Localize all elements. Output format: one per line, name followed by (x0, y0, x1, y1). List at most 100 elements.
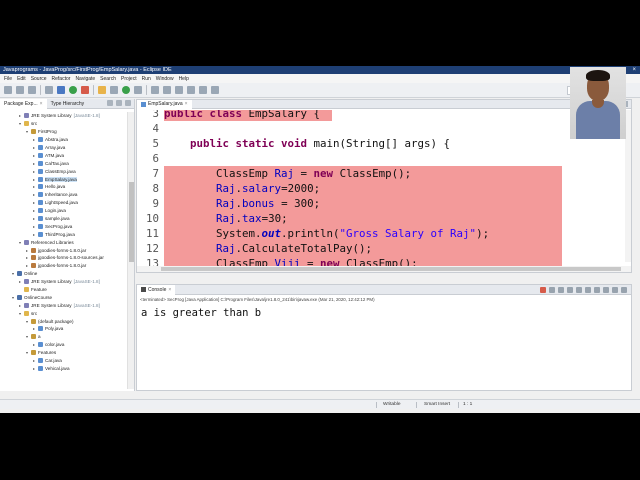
tree-item[interactable]: ▸ JRE System Library [JavaSE-1.8] (0, 301, 127, 309)
tree-item[interactable]: ▸ Vehical.java (0, 365, 127, 373)
menu-file[interactable]: File (4, 76, 12, 82)
tree-item[interactable]: ▸ jgoodies-forms-1.8.0.jar (0, 246, 127, 254)
save-all-icon[interactable] (28, 86, 36, 94)
run-icon[interactable] (69, 86, 77, 94)
code-token: Raj (216, 212, 236, 225)
view-menu-icon[interactable] (125, 100, 131, 106)
tab-console[interactable]: Console × (137, 284, 176, 295)
tree-item[interactable]: ▸ JRE System Library [JavaSE-1.8] (0, 278, 127, 286)
tree-item[interactable]: ▸ sample.java (0, 215, 127, 223)
close-icon[interactable]: × (168, 287, 171, 293)
tree-item[interactable]: ▾ (default package) (0, 317, 127, 325)
tree-item[interactable]: ▾ a (0, 333, 127, 341)
tree-item[interactable]: ▸ jgoodies-forms-1.8.0-sources.jar (0, 254, 127, 262)
tree-item[interactable]: ▾ OnlineCourse (0, 293, 127, 301)
new-java-project-icon[interactable] (98, 86, 106, 94)
collapse-all-icon[interactable] (107, 100, 113, 106)
tree-item[interactable]: ▸ CalTax.java (0, 159, 127, 167)
tree-item[interactable]: ▸ Login.java (0, 207, 127, 215)
close-button[interactable]: × (632, 66, 636, 74)
code-area[interactable]: 3 public class EmpSalary {4 5 public stati… (137, 110, 631, 270)
close-icon[interactable]: × (185, 101, 188, 107)
tree-item-label: Hello.java (45, 184, 66, 190)
menu-window[interactable]: Window (156, 76, 174, 82)
tree-item[interactable]: ▸ ATM.java (0, 151, 127, 159)
open-type-icon[interactable] (134, 86, 142, 94)
tree-item[interactable]: ▾ src (0, 309, 127, 317)
tree-item[interactable]: ▸ JRE System Library [JavaSE-1.8] (0, 112, 127, 120)
tree-item[interactable]: ▸ Hello.java (0, 183, 127, 191)
save-icon[interactable] (16, 86, 24, 94)
editor-horizontal-scrollbar[interactable] (137, 266, 631, 272)
minimize-view-icon[interactable] (612, 287, 618, 293)
tree-item[interactable]: ▸ Poly.java (0, 325, 127, 333)
menu-help[interactable]: Help (179, 76, 189, 82)
tree-item[interactable]: Feature (0, 286, 127, 294)
prev-annotation-icon[interactable] (187, 86, 195, 94)
code-line[interactable]: 7 ClassEmp Raj = new ClassEmp(); (137, 166, 631, 181)
menu-project[interactable]: Project (121, 76, 137, 82)
open-console-icon[interactable] (603, 287, 609, 293)
coverage-icon[interactable] (81, 86, 89, 94)
code-line[interactable]: 11 System.out.println("Gross Salary of R… (137, 226, 631, 241)
search-icon[interactable] (151, 86, 159, 94)
menu-run[interactable]: Run (142, 76, 151, 82)
remove-launch-icon[interactable] (549, 287, 555, 293)
new-icon[interactable] (4, 86, 12, 94)
scroll-lock-icon[interactable] (567, 287, 573, 293)
code-line[interactable]: 10 Raj.tax=30; (137, 211, 631, 226)
tab-type-hierarchy[interactable]: Type Hierarchy (47, 99, 89, 109)
code-line[interactable]: 6 (137, 151, 631, 166)
link-editor-icon[interactable] (116, 100, 122, 106)
tree-item[interactable]: ▸ SecProg.java (0, 222, 127, 230)
java-icon (38, 216, 43, 222)
tab-empsalary[interactable]: EmpSalary.java × (137, 99, 192, 109)
forward-icon[interactable] (211, 86, 219, 94)
code-line[interactable]: 4 (137, 121, 631, 136)
tree-item[interactable]: ▾ Features (0, 349, 127, 357)
menu-navigate[interactable]: Navigate (75, 76, 95, 82)
maximize-view-icon[interactable] (621, 287, 627, 293)
code-text: Raj.bonus = 300; (164, 196, 320, 211)
tree-item[interactable]: ▸ ClassEmp.java (0, 167, 127, 175)
tree-item[interactable]: ▾ Online (0, 270, 127, 278)
menu-refactor[interactable]: Refactor (52, 76, 71, 82)
new-package-icon[interactable] (110, 86, 118, 94)
pin-console-icon[interactable] (585, 287, 591, 293)
tree-item[interactable]: ▸ color.java (0, 341, 127, 349)
tree-item[interactable]: ▸ Car.java (0, 357, 127, 365)
terminate-icon[interactable] (540, 287, 546, 293)
tree-item[interactable]: ▾ Referenced Libraries (0, 238, 127, 246)
close-icon[interactable]: × (40, 99, 43, 109)
menu-source[interactable]: Source (31, 76, 47, 82)
tree-item[interactable]: ▾ FirstProg (0, 128, 127, 136)
tree-item[interactable]: ▸ Abstra.java (0, 136, 127, 144)
tree-item[interactable]: ▾ src (0, 120, 127, 128)
java-icon (38, 160, 43, 166)
code-line[interactable]: 3 public class EmpSalary { (137, 110, 631, 121)
toggle-mark-icon[interactable] (163, 86, 171, 94)
code-line[interactable]: 8 Raj.salary=2000; (137, 181, 631, 196)
code-line[interactable]: 5 public static void main(String[] args)… (137, 136, 631, 151)
menu-search[interactable]: Search (100, 76, 116, 82)
tree-item[interactable]: ▸ ThirdProg.java (0, 230, 127, 238)
tree-item[interactable]: ▸ jgoodies-forms-1.8.0.jar (0, 262, 127, 270)
tree-item[interactable]: ▸ Array.java (0, 144, 127, 152)
code-token: = 300; (274, 197, 321, 210)
print-icon[interactable] (45, 86, 53, 94)
code-line[interactable]: 12 Raj.CalculateTotalPay(); (137, 241, 631, 256)
remove-all-icon[interactable] (558, 287, 564, 293)
menu-edit[interactable]: Edit (17, 76, 26, 82)
back-icon[interactable] (199, 86, 207, 94)
new-class-icon[interactable] (122, 86, 130, 94)
code-line[interactable]: 9 Raj.bonus = 300; (137, 196, 631, 211)
display-console-icon[interactable] (594, 287, 600, 293)
tree-item[interactable]: ▸ LightSpeed.java (0, 199, 127, 207)
next-annotation-icon[interactable] (175, 86, 183, 94)
tree-item[interactable]: ▸ EmpSalary.java (0, 175, 127, 183)
tree-item[interactable]: ▸ Inheritance.java (0, 191, 127, 199)
tab-package-explorer[interactable]: Package Exp... × (0, 98, 47, 109)
tree-scrollbar[interactable] (127, 112, 134, 389)
word-wrap-icon[interactable] (576, 287, 582, 293)
debug-icon[interactable] (57, 86, 65, 94)
